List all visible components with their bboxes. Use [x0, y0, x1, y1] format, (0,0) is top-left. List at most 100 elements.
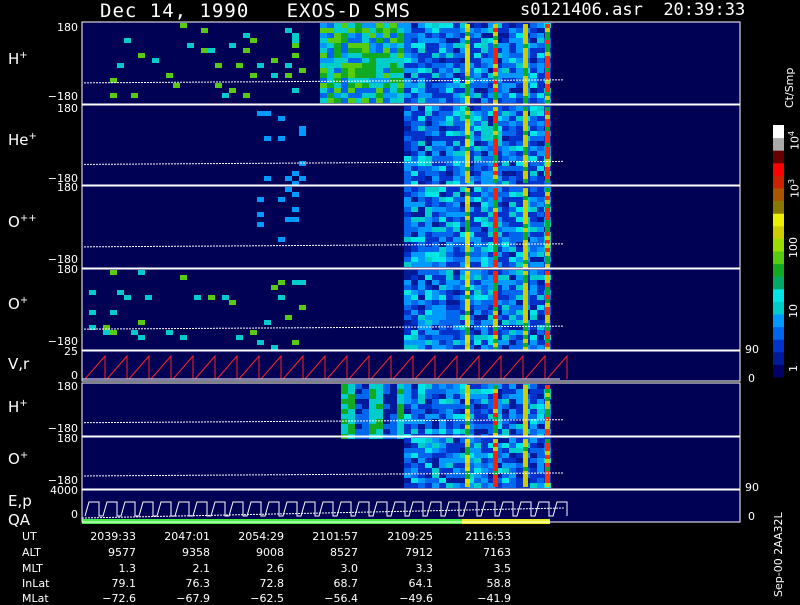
heatmap-cell	[481, 33, 488, 38]
heatmap-cell	[418, 28, 425, 33]
heatmap-cell	[474, 166, 481, 171]
heatmap-cell	[516, 257, 523, 262]
heatmap-cell	[545, 315, 550, 319]
heatmap-cell	[545, 425, 550, 429]
heatmap-cell	[537, 126, 544, 131]
heatmap-cell	[236, 335, 243, 340]
heatmap-cell	[481, 285, 488, 290]
heatmap-cell	[502, 252, 509, 257]
heatmap-cell	[465, 36, 470, 40]
heatmap-cell	[493, 151, 498, 155]
heatmap-cell	[362, 73, 369, 78]
heatmap-cell	[187, 43, 194, 48]
heatmap-cell	[481, 325, 488, 330]
colorbar-swatch	[773, 175, 784, 189]
heatmap-cell	[369, 98, 376, 103]
heatmap-cell	[493, 401, 498, 405]
heatmap-cell	[545, 179, 550, 183]
heatmap-cell	[465, 232, 470, 236]
heatmap-cell	[474, 68, 481, 73]
heatmap-cell	[278, 197, 285, 202]
heatmap-cell	[493, 131, 498, 135]
heatmap-cell	[453, 38, 460, 43]
heatmap-cell	[523, 36, 528, 40]
heatmap-cell	[509, 468, 516, 473]
heatmap-cell	[545, 212, 550, 216]
heatmap-cell	[545, 135, 550, 139]
heatmap-cell	[348, 394, 355, 399]
heatmap-cell	[523, 401, 528, 405]
heatmap-cell	[439, 345, 446, 350]
heatmap-cell	[545, 417, 550, 421]
heatmap-cell	[465, 331, 470, 335]
heatmap-cell	[465, 475, 470, 479]
heatmap-cell	[493, 92, 498, 96]
heatmap-cell	[446, 399, 453, 404]
heatmap-cell	[355, 419, 362, 424]
heatmap-cell	[425, 389, 432, 394]
heatmap-cell	[334, 58, 341, 63]
heatmap-cell	[474, 106, 481, 111]
heatmap-cell	[278, 295, 285, 300]
heatmap-cell	[537, 443, 544, 448]
heatmap-cell	[465, 291, 470, 295]
heatmap-cell	[523, 92, 528, 96]
heatmap-cell	[418, 409, 425, 414]
heatmap-cell	[493, 283, 498, 287]
heatmap-cell	[418, 212, 425, 217]
heatmap-cell	[208, 48, 215, 53]
heatmap-cell	[537, 325, 544, 330]
heatmap-cell	[411, 38, 418, 43]
heatmap-cell	[446, 414, 453, 419]
heatmap-cell	[432, 48, 439, 53]
heatmap-cell	[474, 320, 481, 325]
heatmap-cell	[397, 48, 404, 53]
heatmap-cell	[425, 310, 432, 315]
heatmap-cell	[439, 28, 446, 33]
panel-label-h-plus-1: H+	[8, 50, 28, 68]
heatmap-cell	[369, 48, 376, 53]
heatmap-cell	[481, 171, 488, 176]
heatmap-cell	[523, 143, 528, 147]
heatmap-cell	[493, 389, 498, 393]
heatmap-cell	[481, 88, 488, 93]
heatmap-cell	[404, 202, 411, 207]
heatmap-cell	[502, 83, 509, 88]
heatmap-cell	[474, 285, 481, 290]
heatmap-cell	[201, 28, 208, 33]
heatmap-cell	[523, 131, 528, 135]
heatmap-cell	[481, 23, 488, 28]
heatmap-cell	[376, 98, 383, 103]
heatmap-cell	[523, 260, 528, 264]
heatmap-cell	[397, 419, 404, 424]
heatmap-cell	[474, 43, 481, 48]
heatmap-cell	[418, 192, 425, 197]
heatmap-cell	[530, 345, 537, 350]
heatmap-cell	[530, 384, 537, 389]
heatmap-cell	[502, 202, 509, 207]
heatmap-cell	[453, 458, 460, 463]
heatmap-cell	[334, 68, 341, 73]
heatmap-cell	[465, 163, 470, 167]
heatmap-cell	[523, 200, 528, 204]
colorbar-swatch	[773, 251, 784, 265]
heatmap-cell	[411, 28, 418, 33]
heatmap-cell	[545, 429, 550, 433]
heatmap-cell	[152, 58, 159, 63]
table-cell: 2101:57	[312, 530, 358, 543]
panel-label-o-plus-1: O+	[8, 295, 29, 313]
heatmap-cell	[404, 68, 411, 73]
heatmap-cell	[523, 483, 528, 487]
heatmap-cell	[425, 330, 432, 335]
heatmap-cell	[453, 345, 460, 350]
heatmap-cell	[432, 310, 439, 315]
heatmap-cell	[411, 483, 418, 488]
heatmap-cell	[432, 146, 439, 151]
heatmap-cell	[474, 448, 481, 453]
heatmap-cell	[320, 88, 327, 93]
table-cell: 2116:53	[465, 530, 511, 543]
heatmap-cell	[369, 404, 376, 409]
heatmap-cell	[537, 453, 544, 458]
heatmap-cell	[509, 458, 516, 463]
heatmap-cell	[418, 136, 425, 141]
